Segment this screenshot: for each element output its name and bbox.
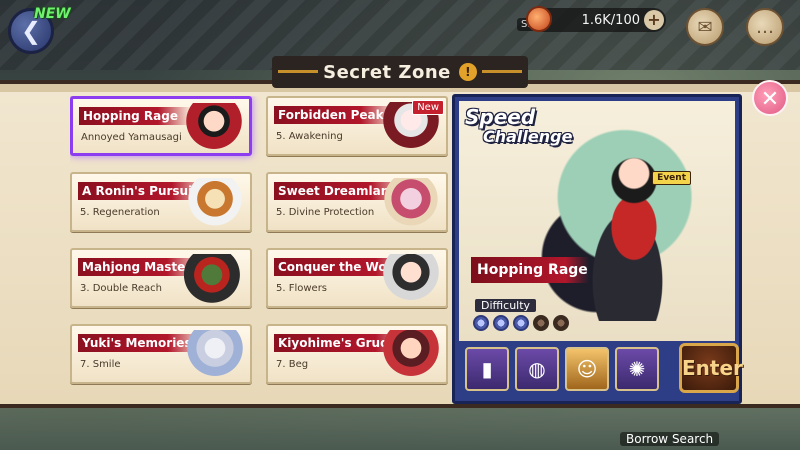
new-badge: New <box>412 100 444 115</box>
add-currency-button[interactable]: + <box>644 10 664 30</box>
zone-card-hopping-rage[interactable]: Hopping Rage Annoyed Yamausagi <box>70 96 252 156</box>
zone-card-ronins-pursuit[interactable]: A Ronin's Pursuit 5. Regeneration <box>70 172 252 232</box>
reward-ring-icon[interactable]: ◍ <box>515 347 559 391</box>
zone-stage: 3. Double Reach <box>80 283 162 294</box>
zone-stage: Annoyed Yamausagi <box>81 132 182 143</box>
zone-portrait <box>380 254 442 306</box>
zone-portrait <box>184 330 246 382</box>
event-badge: Event <box>652 171 691 185</box>
zone-portrait <box>380 330 442 382</box>
reward-card-icon[interactable]: ▮ <box>465 347 509 391</box>
zone-portrait <box>380 178 442 230</box>
panel-title-bar: Secret Zone ! <box>272 56 528 88</box>
zone-stage: 5. Flowers <box>276 283 328 294</box>
new-label: NEW <box>34 6 71 22</box>
zone-stage: 5. Regeneration <box>80 207 160 218</box>
reward-portrait-icon[interactable]: ☺ <box>565 347 609 391</box>
zone-card-forbidden-peak[interactable]: Forbidden Peak 5. Awakening New <box>266 96 448 156</box>
zone-card-sweet-dreamland[interactable]: Sweet Dreamland 5. Divine Protection <box>266 172 448 232</box>
zone-stage: 7. Smile <box>80 359 121 370</box>
difficulty-orb-empty-icon <box>553 315 569 331</box>
boss-name: Hopping Rage <box>471 257 589 283</box>
zone-card-conquer-the-world[interactable]: Conquer the World 5. Flowers <box>266 248 448 308</box>
difficulty-label: Difficulty <box>475 299 537 312</box>
enter-button[interactable]: Enter <box>679 343 743 393</box>
speed-subtitle-text: Challenge <box>483 127 573 146</box>
reward-row: ▮ ◍ ☺ ✺ <box>465 347 659 391</box>
zone-stage: 5. Awakening <box>276 131 343 142</box>
zone-portrait <box>184 178 246 230</box>
currency-amount: 1.6K/100 <box>581 12 640 28</box>
close-button[interactable]: ✕ <box>752 80 788 116</box>
zone-name: Hopping Rage <box>79 107 192 125</box>
reward-flame-icon[interactable]: ✺ <box>615 347 659 391</box>
currency-counter: 1.6K/100 + <box>526 6 666 32</box>
difficulty-indicator <box>473 315 569 331</box>
panel-title: Secret Zone <box>323 61 451 83</box>
difficulty-orb-icon <box>493 315 509 331</box>
zone-card-kiyohimes-grudge[interactable]: Kiyohime's Grudge 7. Beg <box>266 324 448 384</box>
chat-icon[interactable]: … <box>746 8 784 46</box>
speed-challenge-title: Speed Challenge <box>465 107 572 147</box>
zone-detail-scroll: Speed Challenge Event Hopping Rage Diffi… <box>452 94 743 404</box>
zone-stage: 7. Beg <box>276 359 309 370</box>
info-icon[interactable]: ! <box>458 63 477 81</box>
difficulty-orb-empty-icon <box>533 315 549 331</box>
orb-currency-icon <box>526 6 552 32</box>
speed-title-text: Speed <box>465 105 536 129</box>
zone-portrait <box>184 254 246 306</box>
difficulty-orb-icon <box>513 315 529 331</box>
zone-detail-art: Speed Challenge Event Hopping Rage Diffi… <box>459 101 735 341</box>
zone-stage: 5. Divine Protection <box>276 207 375 218</box>
borrow-search-button[interactable]: Borrow Search <box>620 432 720 446</box>
zone-list: Hopping Rage Annoyed Yamausagi Forbidden… <box>70 96 456 402</box>
zone-card-mahjong-master[interactable]: Mahjong Master 3. Double Reach <box>70 248 252 308</box>
zone-card-yukis-memories[interactable]: Yuki's Memories 7. Smile <box>70 324 252 384</box>
difficulty-orb-icon <box>473 315 489 331</box>
zone-portrait <box>183 103 245 155</box>
mail-icon[interactable]: ✉ <box>686 8 724 46</box>
boss-illustration <box>569 141 699 321</box>
